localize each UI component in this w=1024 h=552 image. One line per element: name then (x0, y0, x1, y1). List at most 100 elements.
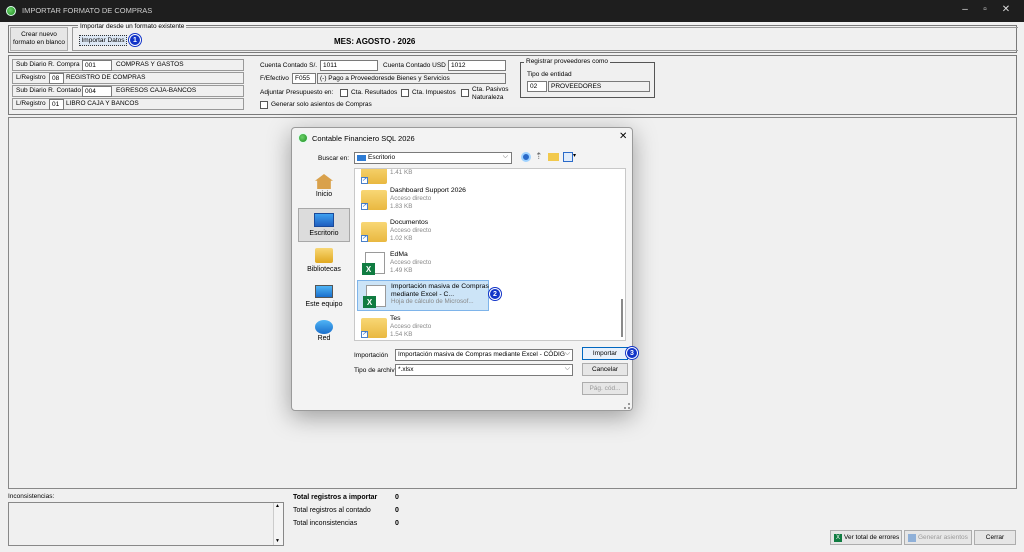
filename-input[interactable]: Importación masiva de Compras mediante E… (395, 349, 573, 361)
ver-errores-button[interactable]: X Ver total de errores (830, 530, 902, 545)
lregistro-1-code[interactable]: 08 (49, 73, 64, 84)
chevron-down-icon: ⌵ (502, 153, 508, 160)
file-name: Tes (390, 315, 401, 322)
lookin-value: Escritorio (368, 154, 396, 161)
desktop-icon (314, 213, 334, 227)
place-desktop[interactable]: Escritorio (298, 208, 350, 242)
place-libraries-label: Bibliotecas (307, 266, 341, 273)
file-list-scrollbar[interactable] (621, 299, 623, 337)
lregistro-1-name: REGISTRO DE COMPRAS (66, 74, 146, 81)
generar-asientos-button[interactable]: Generar asientos (904, 530, 972, 545)
close-icon[interactable]: ✕ (999, 4, 1013, 15)
view-menu-icon[interactable] (563, 152, 573, 162)
subdiario-compra-label: Sub Diario R. Compra (16, 61, 80, 68)
place-libraries[interactable]: Bibliotecas (298, 246, 350, 280)
desktop-small-icon (357, 155, 366, 161)
file-size: 1.83 KB (390, 202, 413, 210)
cancel-button[interactable]: Cancelar (582, 363, 628, 376)
tipo-entidad-label: Tipo de entidad (527, 71, 572, 78)
scroll-down-icon[interactable]: ▼ (275, 538, 280, 544)
fefectivo-name: (-) Pago a Proveedoresde Bienes y Servic… (317, 73, 506, 84)
import-data-button[interactable]: Importar Datos (79, 35, 127, 46)
place-network[interactable]: Red (298, 318, 350, 348)
fefectivo-code[interactable]: F055 (292, 73, 316, 84)
filetype-chevron-icon[interactable]: ⌵ (565, 365, 570, 373)
lregistro-2-name: LIBRO CAJA Y BANCOS (66, 100, 139, 107)
cuenta-usd-input[interactable]: 1012 (448, 60, 506, 71)
lookin-select[interactable]: Escritorio ⌵ (354, 152, 512, 164)
folder-shortcut-icon: ↗ (361, 222, 387, 242)
total-inconsistencias-value: 0 (395, 520, 399, 527)
file-item[interactable]: ↗ Documentos Acceso directo 1.02 KB (357, 217, 489, 247)
new-format-button[interactable]: Crear nuevo formato en blanco (10, 27, 68, 51)
filename-chevron-icon[interactable]: ⌵ (564, 350, 570, 358)
registrar-group-box (520, 62, 655, 98)
cerrar-button[interactable]: Cerrar (974, 530, 1016, 545)
maximize-icon[interactable]: ▫ (978, 4, 992, 15)
cta-pasivos-label: Cta. Pasivos Naturaleza (472, 86, 509, 101)
window-title: IMPORTAR FORMATO DE COMPRAS (22, 6, 153, 15)
cta-resultados-checkbox[interactable] (340, 89, 348, 97)
dialog-close-icon[interactable]: ✕ (619, 131, 627, 142)
subdiario-contado-name: EGRESOS CAJA-BANCOS (116, 87, 197, 94)
tipo-entidad-code[interactable]: 02 (527, 81, 547, 92)
place-home[interactable]: Inicio (298, 172, 350, 206)
cta-pasivos-checkbox[interactable] (461, 89, 469, 97)
ver-errores-label: Ver total de errores (844, 534, 900, 541)
view-menu-chevron-icon[interactable]: ▾ (573, 152, 576, 159)
dialog-title: Contable Financiero SQL 2026 (312, 134, 415, 143)
import-group-box (72, 27, 1018, 51)
subdiario-contado-code[interactable]: 004 (82, 86, 112, 97)
file-item-text: Acceso directo 1.41 KB (390, 169, 488, 177)
solo-asientos-label: Generar solo asientos de Compras (271, 101, 372, 108)
folder-shortcut-icon: ↗ (361, 169, 387, 184)
place-computer-label: Este equipo (305, 301, 343, 308)
minimize-icon[interactable]: – (958, 4, 972, 15)
place-computer[interactable]: Este equipo (298, 282, 350, 316)
place-network-label: Red (317, 335, 331, 342)
tipo-entidad-name: PROVEEDORES (548, 81, 650, 92)
import-button[interactable]: Importar (582, 347, 628, 360)
new-folder-icon[interactable] (548, 153, 559, 161)
filetype-select[interactable]: *.xlsx ⌵ (395, 364, 573, 376)
inconsistencias-box (8, 502, 284, 546)
libraries-icon (315, 248, 333, 263)
file-type: Acceso directo (390, 194, 432, 202)
resize-grip-icon[interactable] (624, 403, 630, 409)
app-logo-icon (6, 6, 16, 16)
title-bar: IMPORTAR FORMATO DE COMPRAS – ▫ ✕ (0, 0, 1024, 22)
places-bar: Inicio Escritorio Bibliotecas Este equip… (296, 168, 352, 348)
file-item[interactable]: ↗ Tes Acceso directo 1.54 KB (357, 313, 489, 340)
file-name: Documentos (390, 219, 429, 226)
file-type: Acceso directo (390, 226, 432, 234)
adjuntar-label: Adjuntar Presupuesto en: (260, 89, 334, 96)
file-name: Importación masiva de Compras mediante E… (391, 283, 489, 298)
cuenta-soles-input[interactable]: 1011 (320, 60, 378, 71)
excel-icon: X (834, 533, 842, 542)
file-item[interactable]: ↗ Dashboard Support 2026 Acceso directo … (357, 185, 489, 215)
lregistro-2-code[interactable]: 01 (49, 99, 64, 110)
subdiario-contado-label: Sub Diario R. Contado (16, 87, 82, 94)
scroll-up-icon[interactable]: ▲ (275, 503, 280, 509)
total-importar-value: 0 (395, 494, 399, 501)
file-size: 1.49 KB (390, 266, 413, 274)
cta-impuestos-label: Cta. Impuestos (412, 89, 456, 96)
file-size: 1.41 KB (390, 169, 413, 176)
file-item[interactable]: X EdMa Acceso directo 1.49 KB (357, 249, 489, 279)
cta-impuestos-checkbox[interactable] (401, 89, 409, 97)
generar-asientos-label: Generar asientos (918, 534, 968, 541)
computer-icon (315, 285, 333, 298)
file-name: Dashboard Support 2026 (390, 187, 466, 194)
page-code-button[interactable]: Pág. cód... (582, 382, 628, 395)
file-item-text: Tes Acceso directo 1.54 KB (390, 315, 488, 339)
solo-asientos-checkbox[interactable] (260, 101, 268, 109)
file-item-selected[interactable]: X Importación masiva de Compras mediante… (357, 280, 489, 311)
back-icon[interactable] (521, 152, 531, 162)
place-home-label: Inicio (315, 191, 333, 198)
registrar-group-title: Registrar proveedores como (524, 58, 611, 65)
subdiario-compra-code[interactable]: 001 (82, 60, 112, 71)
up-folder-icon[interactable]: ⇡ (535, 151, 543, 162)
step-badge-3: 3 (626, 347, 638, 359)
total-inconsistencias-label: Total inconsistencias (293, 520, 358, 527)
file-item-text: Dashboard Support 2026 Acceso directo 1.… (390, 187, 488, 211)
